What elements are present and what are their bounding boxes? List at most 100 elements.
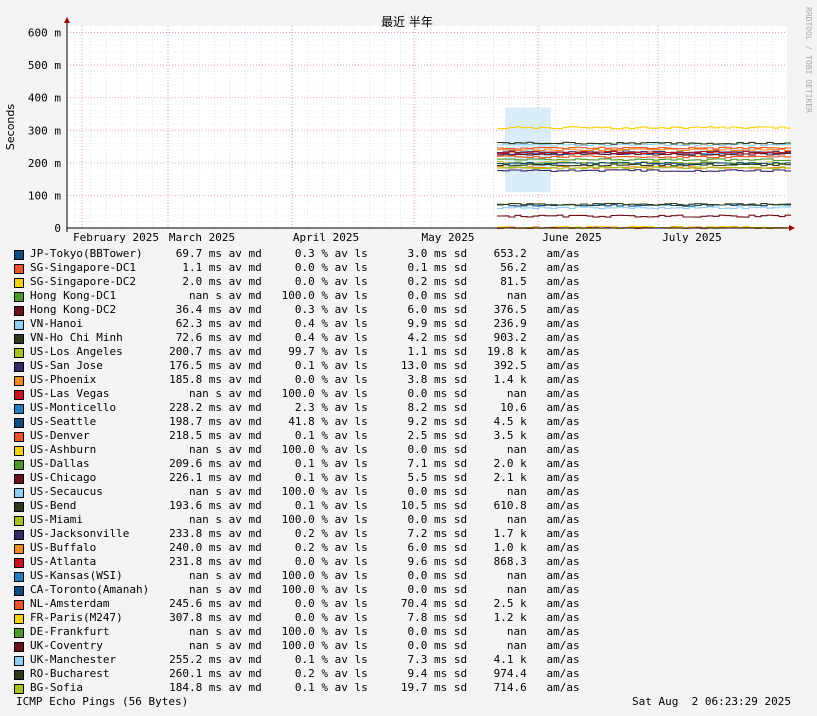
legend-text: US-Los Angeles 200.7 ms av md 99.7 % av … [30,345,580,358]
legend-swatch [14,502,24,512]
legend-entry: US-Monticello 228.2 ms av md 2.3 % av ls… [14,401,614,415]
legend-entry: US-Dallas 209.6 ms av md 0.1 % av ls 7.1… [14,457,614,471]
legend-swatch [14,670,24,680]
legend-swatch [14,488,24,498]
legend-swatch [14,530,24,540]
legend-swatch [14,376,24,386]
legend-entry: Hong Kong-DC1 nan s av md 100.0 % av ls … [14,289,614,303]
legend-entry: US-Atlanta 231.8 ms av md 0.0 % av ls 9.… [14,555,614,569]
legend-entry: RO-Bucharest 260.1 ms av md 0.2 % av ls … [14,667,614,681]
legend-swatch [14,586,24,596]
legend-swatch [14,460,24,470]
legend-entry: US-San Jose 176.5 ms av md 0.1 % av ls 1… [14,359,614,373]
legend-swatch [14,572,24,582]
x-tick-label: July 2025 [662,231,722,244]
legend-entry: US-Jacksonville 233.8 ms av md 0.2 % av … [14,527,614,541]
legend-entry: US-Los Angeles 200.7 ms av md 99.7 % av … [14,345,614,359]
legend-text: Hong Kong-DC2 36.4 ms av md 0.3 % av ls … [30,303,580,316]
y-tick-label: 400 m [28,92,61,105]
legend-swatch [14,684,24,694]
legend-entry: US-Kansas(WSI) nan s av md 100.0 % av ls… [14,569,614,583]
y-axis-arrow [64,17,70,23]
legend-swatch [14,474,24,484]
legend-text: US-Bend 193.6 ms av md 0.1 % av ls 10.5 … [30,499,580,512]
x-axis-arrow [789,225,795,231]
legend-text: US-Denver 218.5 ms av md 0.1 % av ls 2.5… [30,429,580,442]
legend-entry: US-Ashburn nan s av md 100.0 % av ls 0.0… [14,443,614,457]
legend-text: US-Phoenix 185.8 ms av md 0.0 % av ls 3.… [30,373,580,386]
legend-swatch [14,306,24,316]
legend-entry: Hong Kong-DC2 36.4 ms av md 0.3 % av ls … [14,303,614,317]
legend-swatch [14,292,24,302]
legend-entry: FR-Paris(M247) 307.8 ms av md 0.0 % av l… [14,611,614,625]
legend-swatch [14,614,24,624]
legend-text: CA-Toronto(Amanah) nan s av md 100.0 % a… [30,583,580,596]
legend-swatch [14,404,24,414]
legend-entry: UK-Coventry nan s av md 100.0 % av ls 0.… [14,639,614,653]
legend-entry: US-Secaucus nan s av md 100.0 % av ls 0.… [14,485,614,499]
legend-entry: US-Miami nan s av md 100.0 % av ls 0.0 m… [14,513,614,527]
legend-swatch [14,446,24,456]
legend-entry: US-Bend 193.6 ms av md 0.1 % av ls 10.5 … [14,499,614,513]
legend-text: UK-Manchester 255.2 ms av md 0.1 % av ls… [30,653,580,666]
legend-text: NL-Amsterdam 245.6 ms av md 0.0 % av ls … [30,597,580,610]
legend-entry: US-Denver 218.5 ms av md 0.1 % av ls 2.5… [14,429,614,443]
y-tick-label: 200 m [28,157,61,170]
legend-text: US-Kansas(WSI) nan s av md 100.0 % av ls… [30,569,580,582]
legend-swatch [14,516,24,526]
y-axis-label: Seconds [4,104,17,150]
legend-entry: SG-Singapore-DC1 1.1 ms av md 0.0 % av l… [14,261,614,275]
legend-text: US-San Jose 176.5 ms av md 0.1 % av ls 1… [30,359,580,372]
legend-entry: DE-Frankfurt nan s av md 100.0 % av ls 0… [14,625,614,639]
legend-text: US-Seattle 198.7 ms av md 41.8 % av ls 9… [30,415,580,428]
legend-entry: US-Buffalo 240.0 ms av md 0.2 % av ls 6.… [14,541,614,555]
legend-swatch [14,334,24,344]
legend-swatch [14,320,24,330]
legend-text: US-Las Vegas nan s av md 100.0 % av ls 0… [30,387,580,400]
legend-entry: US-Las Vegas nan s av md 100.0 % av ls 0… [14,387,614,401]
latency-chart: February 2025 March 2025 April 2025 May 202… [4,7,813,244]
legend-entry: US-Phoenix 185.8 ms av md 0.0 % av ls 3.… [14,373,614,387]
legend-text: UK-Coventry nan s av md 100.0 % av ls 0.… [30,639,580,652]
legend-text: US-Dallas 209.6 ms av md 0.1 % av ls 7.1… [30,457,580,470]
legend-text: US-Atlanta 231.8 ms av md 0.0 % av ls 9.… [30,555,580,568]
legend-text: US-Miami nan s av md 100.0 % av ls 0.0 m… [30,513,580,526]
legend-entry: NL-Amsterdam 245.6 ms av md 0.0 % av ls … [14,597,614,611]
legend-swatch [14,656,24,666]
legend-entry: VN-Ho Chi Minh 72.6 ms av md 0.4 % av ls… [14,331,614,345]
legend-swatch [14,642,24,652]
legend-entry: CA-Toronto(Amanah) nan s av md 100.0 % a… [14,583,614,597]
legend-text: Hong Kong-DC1 nan s av md 100.0 % av ls … [30,289,580,302]
legend-text: JP-Tokyo(BBTower) 69.7 ms av md 0.3 % av… [30,247,580,260]
legend-swatch [14,264,24,274]
rrdtool-watermark: RRDTOOL / TOBI OETIKER [804,7,813,113]
legend-text: SG-Singapore-DC2 2.0 ms av md 0.0 % av l… [30,275,580,288]
legend-text: US-Secaucus nan s av md 100.0 % av ls 0.… [30,485,580,498]
legend-text: US-Chicago 226.1 ms av md 0.1 % av ls 5.… [30,471,580,484]
chart-title: 最近 半年 [381,15,433,29]
legend-swatch [14,432,24,442]
x-tick-label: April 2025 [293,231,359,244]
legend-swatch [14,558,24,568]
legend-text: VN-Ho Chi Minh 72.6 ms av md 0.4 % av ls… [30,331,580,344]
legend-text: FR-Paris(M247) 307.8 ms av md 0.0 % av l… [30,611,580,624]
legend-entry: BG-Sofia 184.8 ms av md 0.1 % av ls 19.7… [14,681,614,695]
legend-swatch [14,348,24,358]
legend-text: DE-Frankfurt nan s av md 100.0 % av ls 0… [30,625,580,638]
legend-swatch [14,278,24,288]
legend-entry: VN-Hanoi 62.3 ms av md 0.4 % av ls 9.9 m… [14,317,614,331]
x-tick-label: March 2025 [169,231,235,244]
legend-text: SG-Singapore-DC1 1.1 ms av md 0.0 % av l… [30,261,580,274]
legend-text: US-Jacksonville 233.8 ms av md 0.2 % av … [30,527,580,540]
footer-timestamp: Sat Aug 2 06:23:29 2025 [632,695,791,708]
footer-description: ICMP Echo Pings (56 Bytes) [16,695,189,708]
legend-text: US-Ashburn nan s av md 100.0 % av ls 0.0… [30,443,580,456]
legend-text: US-Monticello 228.2 ms av md 2.3 % av ls… [30,401,580,414]
y-tick-label: 300 m [28,124,61,137]
legend-entry: US-Seattle 198.7 ms av md 41.8 % av ls 9… [14,415,614,429]
x-tick-label: May 2025 [422,231,475,244]
y-tick-label: 600 m [28,27,61,40]
y-tick-label: 0 [54,222,61,235]
legend-swatch [14,600,24,610]
legend-swatch [14,544,24,554]
